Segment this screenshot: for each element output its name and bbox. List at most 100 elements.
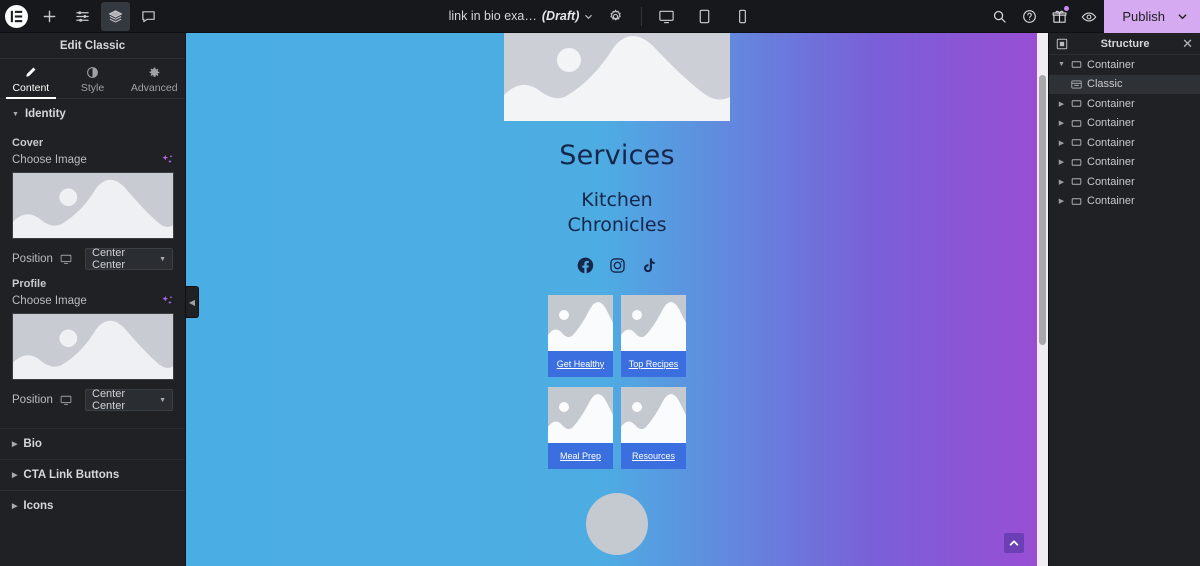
- cta-card[interactable]: Meal Prep: [548, 387, 613, 469]
- collapse-all-icon[interactable]: [1056, 38, 1068, 50]
- chevron-up-icon: [1009, 540, 1019, 546]
- cover-choose-image-label: Choose Image: [12, 154, 87, 166]
- tree-item-container[interactable]: ▶ Container: [1049, 192, 1200, 212]
- document-settings-gear-icon[interactable]: [599, 0, 632, 33]
- tree-item-label: Classic: [1087, 78, 1123, 91]
- cta-card-label[interactable]: Top Recipes: [629, 359, 679, 370]
- tree-item-container[interactable]: ▶ Container: [1049, 133, 1200, 153]
- caret-right-icon[interactable]: ▶: [1057, 178, 1066, 186]
- caret-right-icon: ▶: [12, 502, 18, 510]
- ai-sparkle-icon[interactable]: [161, 295, 173, 307]
- caret-down-icon[interactable]: ▼: [1057, 61, 1066, 68]
- canvas-scrollbar-thumb[interactable]: [1039, 75, 1046, 345]
- cover-image-preview[interactable]: [12, 172, 174, 239]
- layers-structure-icon[interactable]: [101, 1, 130, 31]
- section-cta-link-buttons-label: CTA Link Buttons: [23, 469, 120, 481]
- tree-item-container[interactable]: ▶ Container: [1049, 153, 1200, 173]
- desktop-icon[interactable]: [60, 253, 72, 265]
- ai-sparkle-icon[interactable]: [161, 154, 173, 166]
- cta-cards-grid: Get Healthy Top Recipes Meal Prep Resour…: [548, 295, 686, 469]
- section-bio[interactable]: ▶ Bio: [0, 428, 185, 459]
- profile-position-row: Position Center Center ▼: [12, 388, 173, 412]
- control-group-cover: Cover Choose Image Position Center Cente…: [0, 137, 185, 271]
- tab-content[interactable]: Content: [0, 59, 62, 99]
- profile-position-value: Center Center: [92, 388, 126, 412]
- profile-image-preview[interactable]: [12, 313, 174, 380]
- container-icon: [1071, 98, 1082, 109]
- gear-icon: [149, 67, 160, 77]
- tree-item-container[interactable]: ▶ Container: [1049, 114, 1200, 134]
- cover-image[interactable]: [504, 33, 730, 121]
- tab-advanced-label: Advanced: [130, 81, 178, 94]
- cta-card-label-wrap: Meal Prep: [548, 443, 613, 469]
- control-group-profile: Profile Choose Image Position Center Cen…: [0, 278, 185, 412]
- tree-item-container[interactable]: ▶ Container: [1049, 172, 1200, 192]
- toolbar-divider: [641, 6, 643, 26]
- canvas-scrollbar[interactable]: [1037, 33, 1048, 566]
- site-subtitle-line1: Kitchen: [581, 189, 653, 211]
- desktop-preview-icon[interactable]: [651, 3, 681, 30]
- profile-choose-image-row[interactable]: Choose Image: [12, 295, 173, 307]
- document-title-button[interactable]: link in bio exa… (Draft): [443, 9, 600, 23]
- cta-card-label[interactable]: Meal Prep: [560, 451, 601, 462]
- tab-style[interactable]: Style: [62, 59, 124, 98]
- toolbar-left-group: [0, 0, 165, 33]
- container-icon: [1071, 157, 1082, 168]
- panel-collapse-handle[interactable]: ◀: [186, 286, 199, 318]
- search-icon[interactable]: [984, 0, 1014, 33]
- cta-card[interactable]: Resources: [621, 387, 686, 469]
- cta-card[interactable]: Get Healthy: [548, 295, 613, 377]
- close-icon[interactable]: ✕: [1182, 37, 1193, 50]
- panel-tabs: Content Style Advanced: [0, 59, 185, 99]
- mobile-preview-icon[interactable]: [727, 3, 757, 30]
- add-element-icon[interactable]: [33, 0, 66, 33]
- tiktok-icon[interactable]: [641, 257, 658, 274]
- settings-sliders-icon[interactable]: [66, 0, 99, 33]
- instagram-icon[interactable]: [609, 257, 626, 274]
- cta-card-label[interactable]: Resources: [632, 451, 675, 462]
- profile-choose-image-label: Choose Image: [12, 295, 87, 307]
- container-icon: [1071, 137, 1082, 148]
- chevron-down-icon: ▼: [159, 255, 166, 263]
- caret-right-icon[interactable]: ▶: [1057, 119, 1066, 127]
- caret-right-icon[interactable]: ▶: [1057, 158, 1066, 166]
- cover-position-select[interactable]: Center Center ▼: [85, 247, 173, 271]
- preview-eye-icon[interactable]: [1074, 0, 1104, 33]
- caret-right-icon[interactable]: ▶: [1057, 100, 1066, 108]
- scroll-to-top-button[interactable]: [1004, 533, 1024, 553]
- comments-icon[interactable]: [132, 0, 165, 33]
- cta-card-image: [548, 295, 613, 351]
- profile-position-select[interactable]: Center Center ▼: [85, 388, 173, 412]
- publish-chevron-down-icon[interactable]: [1177, 11, 1188, 22]
- cta-card-label[interactable]: Get Healthy: [557, 359, 605, 370]
- cover-position-value: Center Center: [92, 247, 126, 271]
- gift-icon[interactable]: [1044, 0, 1074, 33]
- section-identity[interactable]: ▼ Identity: [0, 99, 185, 129]
- elementor-logo-button[interactable]: [0, 0, 33, 33]
- desktop-icon[interactable]: [60, 394, 72, 406]
- help-icon[interactable]: [1014, 0, 1044, 33]
- tree-item-classic[interactable]: Classic: [1049, 74, 1200, 94]
- tablet-preview-icon[interactable]: [689, 3, 719, 30]
- widget-settings-panel: Edit Classic Content Style Advanced ▼ Id…: [0, 33, 186, 566]
- profile-position-label: Position: [12, 394, 53, 406]
- document-status-text: (Draft): [541, 9, 580, 23]
- caret-right-icon[interactable]: ▶: [1057, 139, 1066, 147]
- gift-notification-badge: [1064, 6, 1070, 11]
- section-cta-link-buttons[interactable]: ▶ CTA Link Buttons: [0, 459, 185, 490]
- facebook-icon[interactable]: [577, 257, 594, 274]
- section-bio-label: Bio: [23, 438, 42, 450]
- tree-item-container[interactable]: ▶ Container: [1049, 94, 1200, 114]
- publish-button[interactable]: Publish: [1104, 0, 1200, 33]
- structure-panel-header: Structure ✕: [1049, 33, 1200, 55]
- tree-item-container[interactable]: ▼ Container: [1049, 55, 1200, 75]
- container-icon: [1071, 196, 1082, 207]
- caret-right-icon[interactable]: ▶: [1057, 197, 1066, 205]
- section-icons[interactable]: ▶ Icons: [0, 490, 185, 521]
- container-icon: [1071, 176, 1082, 187]
- cover-choose-image-row[interactable]: Choose Image: [12, 154, 173, 166]
- tab-advanced[interactable]: Advanced: [123, 59, 185, 98]
- tab-content-label: Content: [12, 81, 50, 94]
- chevron-down-icon: [585, 14, 593, 19]
- cta-card[interactable]: Top Recipes: [621, 295, 686, 377]
